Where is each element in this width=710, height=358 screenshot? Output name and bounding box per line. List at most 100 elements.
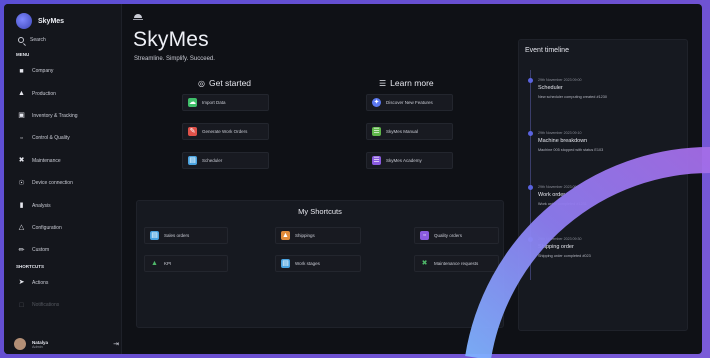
event-date: 29th November 2023 09:00 [538, 78, 582, 82]
factory-icon: ▲ [18, 90, 25, 98]
sidebar-item-label: Control & Quality [32, 135, 70, 142]
event-date: 29th November 2023 09:20 [538, 185, 582, 189]
compass-icon: ✦ [372, 98, 381, 107]
sales-icon: ▤ [150, 231, 159, 240]
sidebar-search[interactable]: Search [4, 30, 121, 50]
menu-section-title: MENU [16, 52, 30, 57]
logout-icon[interactable]: ⇥ [113, 340, 119, 348]
card-label: Shippings [295, 233, 315, 238]
book-icon: ☰ [379, 78, 387, 88]
sidebar-item-label: Configuration [32, 224, 62, 231]
sidebar-item-inventory[interactable]: ▣ Inventory & Tracking [4, 105, 121, 127]
event-timeline-title: Event timeline [525, 47, 569, 54]
card-label: Work stages [295, 261, 320, 266]
sidebar-item-label: Actions [32, 279, 49, 286]
shortcut-sales-orders[interactable]: ▤ Sales orders [144, 227, 228, 244]
event-date: 29th November 2023 09:10 [538, 131, 582, 135]
import-data-button[interactable]: ☁ Import Data [182, 94, 269, 111]
shortcut-maintenance-requests[interactable]: ✖ Maintenance requests [414, 255, 499, 272]
app-logo-icon [133, 14, 143, 20]
sidebar-item-label: Custom [32, 247, 50, 254]
shortcut-shippings[interactable]: ▲ Shippings [275, 227, 361, 244]
sidebar-item-actions[interactable]: ➤ Actions [4, 272, 121, 294]
search-label: Search [30, 37, 46, 43]
cloud-upload-icon: ☁ [188, 98, 197, 107]
user-info: Natalya Admin [32, 340, 48, 349]
event-name: Scheduler [538, 85, 563, 91]
event-name: Work order [538, 192, 566, 198]
event-desc: Work order completed #1231 [538, 202, 587, 206]
generate-work-orders-button[interactable]: ✎ Generate Work Orders [182, 123, 269, 140]
user-profile[interactable]: Natalya Admin ⇥ [14, 338, 119, 350]
avatar [14, 338, 26, 350]
clipboard-icon: ▫ [20, 134, 23, 142]
sidebar-item-company[interactable]: ■ Company [4, 60, 121, 82]
card-label: SkyMes Manual [386, 129, 419, 134]
scheduler-button[interactable]: ▤ Scheduler [182, 152, 269, 169]
timeline-dot [528, 78, 533, 83]
card-label: Scheduler [202, 158, 223, 163]
sidebar-item-device[interactable]: ☉ Device connection [4, 172, 121, 194]
config-icon: △ [18, 224, 25, 232]
boxes-icon: ▣ [18, 112, 25, 120]
my-shortcuts-title: My Shortcuts [298, 207, 342, 216]
event-desc: Shipping order completed #023 [538, 254, 591, 258]
manual-icon: ☰ [372, 127, 381, 136]
shortcut-work-stages[interactable]: ▤ Work stages [275, 255, 361, 272]
timeline-dot [528, 131, 533, 136]
sidebar-item-maintenance[interactable]: ✖ Maintenance [4, 150, 121, 172]
building-icon: ■ [19, 67, 24, 75]
calendar-icon: ▤ [188, 156, 197, 165]
card-label: Maintenance requests [434, 261, 479, 266]
card-label: SkyMes Academy [386, 158, 422, 163]
skymes-manual-button[interactable]: ☰ SkyMes Manual [366, 123, 453, 140]
sidebar-item-custom[interactable]: ✏ Custom [4, 239, 121, 261]
get-started-title: Get started [208, 78, 252, 88]
skymes-academy-button[interactable]: ☰ SkyMes Academy [366, 152, 453, 169]
plug-icon: ☉ [18, 179, 25, 187]
kpi-icon: ▲ [151, 260, 158, 267]
event-date: 29th November 2023 09:30 [538, 237, 582, 241]
event-desc: New scheduler computing created #1230 [538, 95, 608, 99]
event-desc: Machine 005 stopped with status E103 [538, 148, 604, 152]
sidebar-item-label: Device connection [32, 180, 73, 187]
page-subtitle: Streamline. Simplify. Succeed. [134, 56, 215, 62]
learn-more-heading: ☰ Learn more [379, 78, 434, 88]
bell-icon: □ [19, 301, 24, 309]
shortcut-quality-orders[interactable]: ▫ Quality orders [414, 227, 499, 244]
event-name: Shipping order [538, 244, 574, 250]
wrench-icon: ✖ [18, 157, 25, 165]
quality-icon: ▫ [420, 231, 429, 240]
event-name: Machine breakdown [538, 138, 588, 144]
work-order-icon: ✎ [188, 127, 197, 136]
timeline-dot [528, 185, 533, 190]
sidebar-item-production[interactable]: ▲ Production [4, 82, 121, 104]
card-label: Quality orders [434, 233, 463, 238]
sidebar-item-label: Production [32, 90, 56, 97]
card-label: Generate Work Orders [202, 129, 248, 134]
event-timeline-panel: Event timeline 29th November 2023 09:00 … [518, 39, 688, 331]
sidebar: SkyMes Search MENU ■ Company ▲ Productio… [4, 4, 122, 354]
search-icon [18, 37, 24, 43]
maintenance-icon: ✖ [421, 260, 428, 267]
sidebar-item-label: Inventory & Tracking [32, 112, 78, 119]
sidebar-item-label: Company [32, 68, 54, 75]
sidebar-item-quality[interactable]: ▫ Control & Quality [4, 127, 121, 149]
sidebar-item-notifications[interactable]: □ Notifications [4, 294, 121, 316]
learn-more-title: Learn more [390, 78, 434, 88]
shortcuts-section-title: SHORTCUTS [16, 263, 44, 269]
main-content: SkyMes Streamline. Simplify. Succeed. ◎ … [122, 4, 702, 354]
sidebar-item-analysis[interactable]: ▮ Analysis [4, 194, 121, 216]
shortcut-kpi[interactable]: ▲ KPI [144, 255, 228, 272]
actions-icon: ➤ [18, 279, 25, 287]
timeline-dot [528, 237, 533, 242]
sidebar-item-configuration[interactable]: △ Configuration [4, 217, 121, 239]
pencil-icon: ✏ [18, 246, 25, 254]
brand[interactable]: SkyMes [4, 4, 121, 30]
brand-logo-icon [16, 13, 32, 29]
chart-icon: ▮ [19, 202, 24, 210]
target-icon: ◎ [198, 78, 205, 88]
discover-new-features-button[interactable]: ✦ Discover New Features [366, 94, 453, 111]
academy-icon: ☰ [372, 156, 381, 165]
sidebar-item-label: Analysis [32, 202, 51, 209]
